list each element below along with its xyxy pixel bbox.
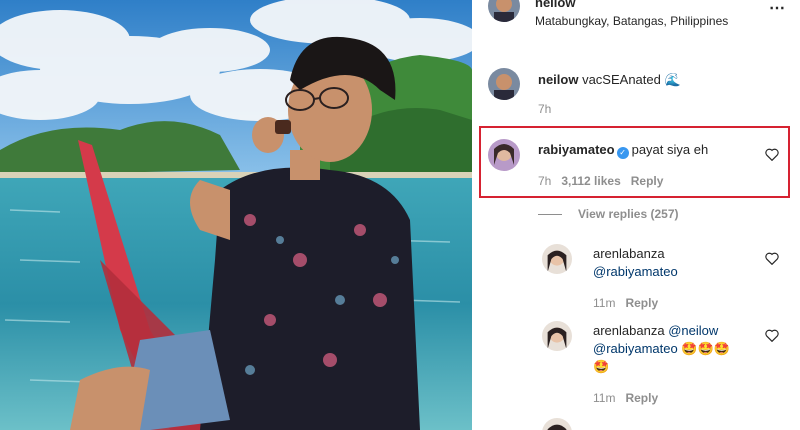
reply-mention[interactable]: @neilow — [668, 323, 718, 338]
reply-time[interactable]: 11m — [593, 391, 615, 405]
reply-avatar[interactable] — [542, 321, 572, 351]
reply-time[interactable]: 11m — [593, 296, 615, 310]
star-struck-emoji: 🤩🤩🤩 — [681, 341, 730, 356]
caption-text: neilow vacSEAnated 🌊 — [538, 72, 681, 88]
reply-meta: 11m Reply — [593, 390, 668, 406]
reply-mention[interactable]: @rabiyamateo — [593, 341, 678, 356]
reply-text: arenlabanza @neilow — [593, 323, 718, 339]
post-author-avatar[interactable] — [488, 0, 520, 22]
star-struck-emoji: 🤩 — [593, 359, 610, 374]
reply-username[interactable]: arenlabanza — [593, 246, 665, 262]
comment-highlight-box — [479, 126, 790, 198]
post-author-username[interactable]: neilow — [535, 0, 575, 11]
view-replies-button[interactable]: View replies (257) — [538, 206, 679, 222]
caption-username[interactable]: neilow — [538, 72, 578, 87]
reply-username[interactable]: arenlabanza — [593, 323, 665, 338]
post-sidebar: neilow Matabungkay, Batangas, Philippine… — [472, 0, 800, 430]
reply-button[interactable]: Reply — [625, 296, 658, 310]
wave-emoji: 🌊 — [664, 72, 681, 87]
post-photo[interactable] — [0, 0, 472, 430]
caption-avatar[interactable] — [488, 68, 520, 100]
like-heart-icon[interactable] — [765, 252, 779, 265]
more-icon[interactable]: ⋯ — [769, 1, 786, 17]
reply-button[interactable]: Reply — [625, 391, 658, 405]
caption-body: vacSEAnated — [582, 72, 661, 87]
reply-text-line2: @rabiyamateo 🤩🤩🤩 — [593, 341, 730, 357]
replies-divider — [538, 214, 562, 216]
reply-avatar[interactable] — [542, 244, 572, 274]
caption-time[interactable]: 7h — [538, 101, 551, 117]
like-heart-icon[interactable] — [765, 329, 779, 342]
reply-meta: 11m Reply — [593, 295, 668, 311]
post-location[interactable]: Matabungkay, Batangas, Philippines — [535, 13, 728, 29]
reply-avatar[interactable] — [542, 418, 572, 430]
reply-mention[interactable]: @rabiyamateo — [593, 264, 678, 280]
